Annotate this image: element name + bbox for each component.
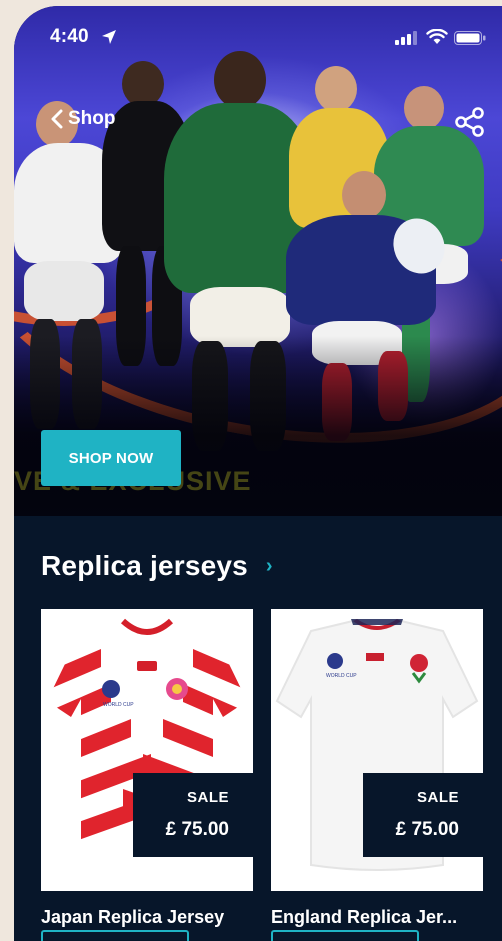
product-card[interactable]: WORLD CUP SALE £ 75.00 Japan Replica Jer…	[41, 609, 253, 928]
sale-badge: SALE	[186, 789, 229, 806]
app-screen: VE & EXCLUSIVE 4:40 Shop	[14, 6, 502, 941]
product-image: WORLD CUP SALE £ 75.00	[271, 609, 483, 891]
shop-now-button[interactable]: SHOP NOW	[41, 430, 181, 486]
price-tag: SALE £ 75.00	[363, 773, 483, 857]
product-image: WORLD CUP SALE £ 75.00	[41, 609, 253, 891]
product-price: £ 75.00	[395, 819, 459, 840]
chevron-right-icon: ›	[265, 554, 273, 577]
add-to-cart-button[interactable]	[271, 930, 419, 941]
add-to-cart-button[interactable]	[41, 930, 189, 941]
replica-jerseys-section-link[interactable]: Replica jerseys ›	[41, 550, 273, 582]
sale-badge: SALE	[416, 789, 459, 806]
back-button[interactable]: Shop	[50, 108, 116, 130]
svg-text:WORLD CUP: WORLD CUP	[103, 702, 134, 708]
product-name: Japan Replica Jersey	[41, 907, 225, 927]
wifi-icon	[426, 29, 448, 44]
product-name: England Replica Jer...	[271, 907, 458, 927]
product-price: £ 75.00	[165, 819, 229, 840]
price-tag: SALE £ 75.00	[133, 773, 253, 857]
svg-text:WORLD CUP: WORLD CUP	[326, 673, 357, 679]
product-card[interactable]: WORLD CUP SALE £ 75.00 England Replica J…	[271, 609, 483, 928]
share-icon[interactable]	[454, 106, 486, 138]
cellular-signal-icon	[395, 31, 417, 45]
section-title: Replica jerseys	[41, 550, 248, 581]
status-bar: 4:40	[14, 6, 502, 66]
chevron-left-icon	[51, 109, 63, 129]
location-arrow-icon	[102, 30, 116, 44]
battery-icon	[454, 31, 486, 45]
status-time: 4:40	[50, 26, 89, 47]
back-label: Shop	[68, 108, 116, 129]
